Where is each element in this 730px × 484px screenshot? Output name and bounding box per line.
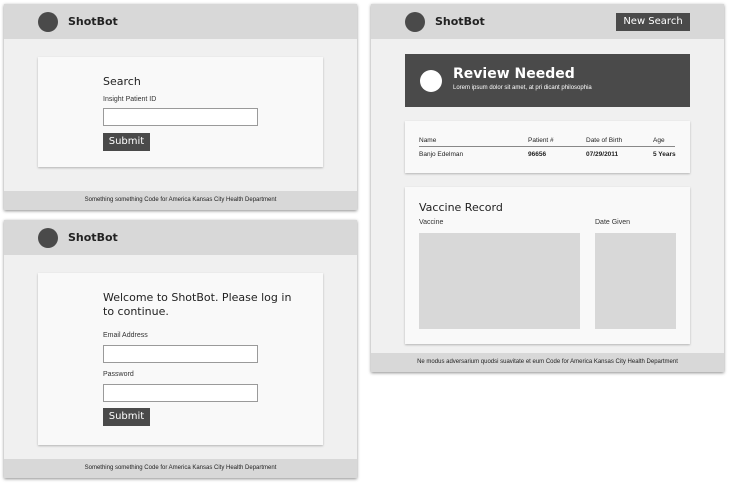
login-welcome-line1: Welcome to ShotBot. Please log in [103, 291, 292, 304]
app-title: ShotBot [68, 15, 118, 28]
logo-circle-icon [38, 228, 58, 248]
vaccine-record-card: Vaccine Record Vaccine Date Given [405, 187, 690, 344]
patient-id-label: Insight Patient ID [103, 96, 157, 103]
login-submit-button[interactable]: Submit [103, 408, 150, 426]
app-header: ShotBot [4, 4, 357, 39]
logo-circle-icon [38, 12, 58, 32]
vaccine-column-label: Vaccine [419, 219, 444, 226]
search-card: Search Insight Patient ID Submit [38, 57, 323, 167]
login-card: Welcome to ShotBot. Please log in to con… [38, 273, 323, 445]
new-search-button[interactable]: New Search [616, 13, 690, 31]
footer: Ne modus adversarium quodsi suavitate et… [371, 353, 724, 372]
cell-date-of-birth: 07/29/2011 [586, 151, 619, 158]
table-divider [419, 146, 675, 147]
column-header-patient-number: Patient # [528, 137, 554, 144]
login-welcome-line2: to continue. [103, 305, 169, 318]
password-field[interactable] [103, 384, 258, 402]
review-window: ShotBot New Search Review Needed Lorem i… [371, 4, 724, 372]
cell-name: Banjo Edelman [419, 151, 464, 158]
patient-table-card: Name Patient # Date of Birth Age Banjo E… [405, 121, 690, 173]
cell-patient-number: 96656 [528, 151, 547, 158]
search-card-title: Search [103, 75, 141, 88]
column-header-name: Name [419, 137, 437, 144]
date-given-column-label: Date Given [595, 219, 631, 226]
footer: Something something Code for America Kan… [4, 459, 357, 478]
login-window: ShotBot Welcome to ShotBot. Please log i… [4, 220, 357, 478]
date-given-list-placeholder [595, 233, 676, 329]
password-label: Password [103, 371, 134, 378]
banner-title: Review Needed [453, 66, 575, 82]
search-window: ShotBot Search Insight Patient ID Submit… [4, 4, 357, 210]
app-title: ShotBot [68, 231, 118, 244]
column-header-age: Age [653, 137, 665, 144]
vaccine-list-placeholder [419, 233, 580, 329]
footer: Something something Code for America Kan… [4, 191, 357, 210]
email-field[interactable] [103, 345, 258, 363]
banner-subtitle: Lorem ipsum dolor sit amet, at pri dican… [453, 85, 592, 91]
vaccine-record-title: Vaccine Record [419, 201, 503, 214]
email-label: Email Address [103, 332, 148, 339]
alert-circle-icon [420, 70, 442, 92]
patient-id-input[interactable] [103, 108, 258, 126]
column-header-date-of-birth: Date of Birth [586, 137, 623, 144]
review-needed-banner: Review Needed Lorem ipsum dolor sit amet… [405, 54, 690, 107]
cell-age: 5 Years [653, 151, 676, 158]
logo-circle-icon [405, 12, 425, 32]
search-submit-button[interactable]: Submit [103, 133, 150, 151]
app-header: ShotBot [4, 220, 357, 255]
app-title: ShotBot [435, 15, 485, 28]
app-header: ShotBot New Search [371, 4, 724, 39]
